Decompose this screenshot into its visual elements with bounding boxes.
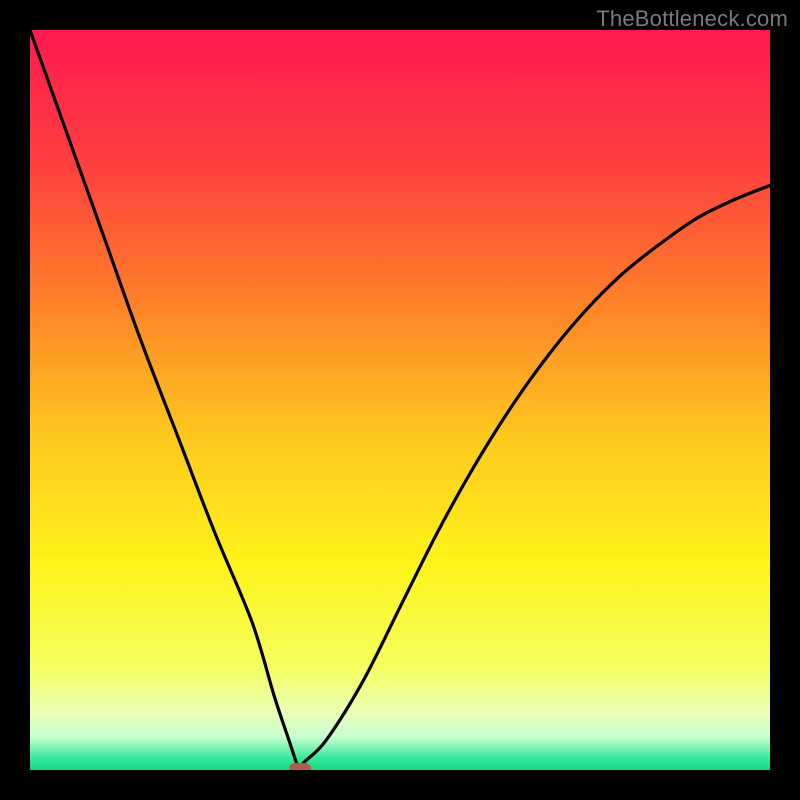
gradient-background: [30, 30, 770, 770]
chart-svg: [30, 30, 770, 770]
chart-frame: TheBottleneck.com: [0, 0, 800, 800]
watermark-text: TheBottleneck.com: [596, 6, 788, 32]
minimum-marker: [289, 763, 311, 770]
plot-area: [30, 30, 770, 770]
